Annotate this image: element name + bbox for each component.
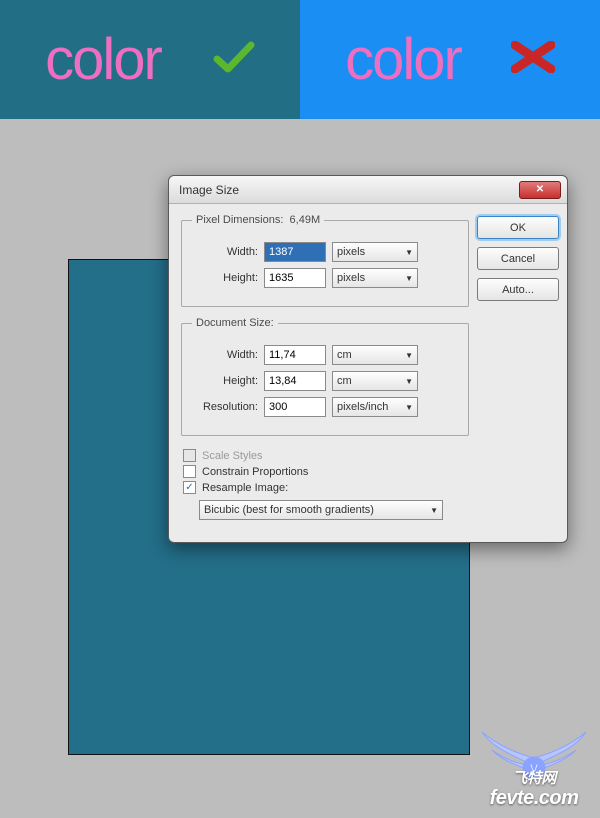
x-icon bbox=[511, 41, 555, 78]
document-size-legend: Document Size: bbox=[192, 317, 278, 329]
resample-method-row: Bicubic (best for smooth gradients) ▼ bbox=[199, 500, 469, 520]
constrain-checkbox[interactable] bbox=[183, 465, 196, 478]
constrain-row[interactable]: Constrain Proportions bbox=[183, 465, 469, 478]
banner-left: color bbox=[0, 0, 300, 119]
pixel-dimensions-group: Pixel Dimensions: 6,49M Width: pixels ▼ … bbox=[181, 214, 469, 307]
close-button[interactable]: ✕ bbox=[519, 181, 561, 199]
resolution-unit-select[interactable]: pixels/inch ▼ bbox=[332, 397, 418, 417]
resolution-label: Resolution: bbox=[192, 401, 258, 413]
doc-height-row: Height: cm ▼ bbox=[192, 371, 458, 391]
chevron-down-icon: ▼ bbox=[405, 248, 413, 257]
doc-width-input[interactable] bbox=[264, 345, 326, 365]
auto-button[interactable]: Auto... bbox=[477, 278, 559, 301]
ok-button[interactable]: OK bbox=[477, 216, 559, 239]
constrain-label: Constrain Proportions bbox=[202, 466, 308, 478]
doc-height-input[interactable] bbox=[264, 371, 326, 391]
pixel-width-label: Width: bbox=[192, 246, 258, 258]
pixel-height-unit-select[interactable]: pixels ▼ bbox=[332, 268, 418, 288]
resolution-input[interactable] bbox=[264, 397, 326, 417]
doc-height-label: Height: bbox=[192, 375, 258, 387]
pixel-height-label: Height: bbox=[192, 272, 258, 284]
dialog-titlebar[interactable]: Image Size ✕ bbox=[169, 176, 567, 204]
chevron-down-icon: ▼ bbox=[405, 377, 413, 386]
resolution-row: Resolution: pixels/inch ▼ bbox=[192, 397, 458, 417]
doc-width-row: Width: cm ▼ bbox=[192, 345, 458, 365]
options-block: Scale Styles Constrain Proportions ✓ Res… bbox=[181, 446, 469, 526]
scale-styles-label: Scale Styles bbox=[202, 450, 263, 462]
pixel-height-row: Height: pixels ▼ bbox=[192, 268, 458, 288]
doc-height-unit-select[interactable]: cm ▼ bbox=[332, 371, 418, 391]
watermark-logo: V fevte.com 飞特网 bbox=[476, 722, 592, 812]
watermark-url: fevte.com bbox=[476, 787, 592, 810]
resample-row[interactable]: ✓ Resample Image: bbox=[183, 481, 469, 494]
chevron-down-icon: ▼ bbox=[405, 351, 413, 360]
image-size-dialog: Image Size ✕ Pixel Dimensions: 6,49M Wid… bbox=[168, 175, 568, 543]
chevron-down-icon: ▼ bbox=[430, 506, 438, 515]
pixel-height-input[interactable] bbox=[264, 268, 326, 288]
resample-checkbox[interactable]: ✓ bbox=[183, 481, 196, 494]
doc-width-unit-select[interactable]: cm ▼ bbox=[332, 345, 418, 365]
color-banner: color color bbox=[0, 0, 600, 119]
close-icon: ✕ bbox=[536, 184, 544, 195]
chevron-down-icon: ▼ bbox=[405, 274, 413, 283]
dialog-left-column: Pixel Dimensions: 6,49M Width: pixels ▼ … bbox=[181, 214, 469, 532]
scale-styles-row[interactable]: Scale Styles bbox=[183, 449, 469, 462]
pixel-width-unit-select[interactable]: pixels ▼ bbox=[332, 242, 418, 262]
dialog-title: Image Size bbox=[179, 183, 519, 197]
document-size-group: Document Size: Width: cm ▼ Height: cm ▼ bbox=[181, 317, 469, 436]
banner-left-text: color bbox=[45, 26, 161, 93]
doc-width-label: Width: bbox=[192, 349, 258, 361]
banner-right: color bbox=[300, 0, 600, 119]
pixel-dimensions-size: 6,49M bbox=[290, 214, 321, 226]
pixel-width-input[interactable] bbox=[264, 242, 326, 262]
scale-styles-checkbox[interactable] bbox=[183, 449, 196, 462]
check-icon bbox=[211, 35, 255, 84]
chevron-down-icon: ▼ bbox=[405, 403, 413, 412]
banner-right-text: color bbox=[345, 26, 461, 93]
dialog-button-column: OK Cancel Auto... bbox=[477, 214, 559, 532]
resample-method-select[interactable]: Bicubic (best for smooth gradients) ▼ bbox=[199, 500, 443, 520]
resample-label: Resample Image: bbox=[202, 482, 288, 494]
pixel-dimensions-legend: Pixel Dimensions: 6,49M bbox=[192, 214, 324, 226]
dialog-body: Pixel Dimensions: 6,49M Width: pixels ▼ … bbox=[169, 204, 567, 542]
watermark-brand: 飞特网 bbox=[476, 767, 592, 788]
cancel-button[interactable]: Cancel bbox=[477, 247, 559, 270]
pixel-width-row: Width: pixels ▼ bbox=[192, 242, 458, 262]
